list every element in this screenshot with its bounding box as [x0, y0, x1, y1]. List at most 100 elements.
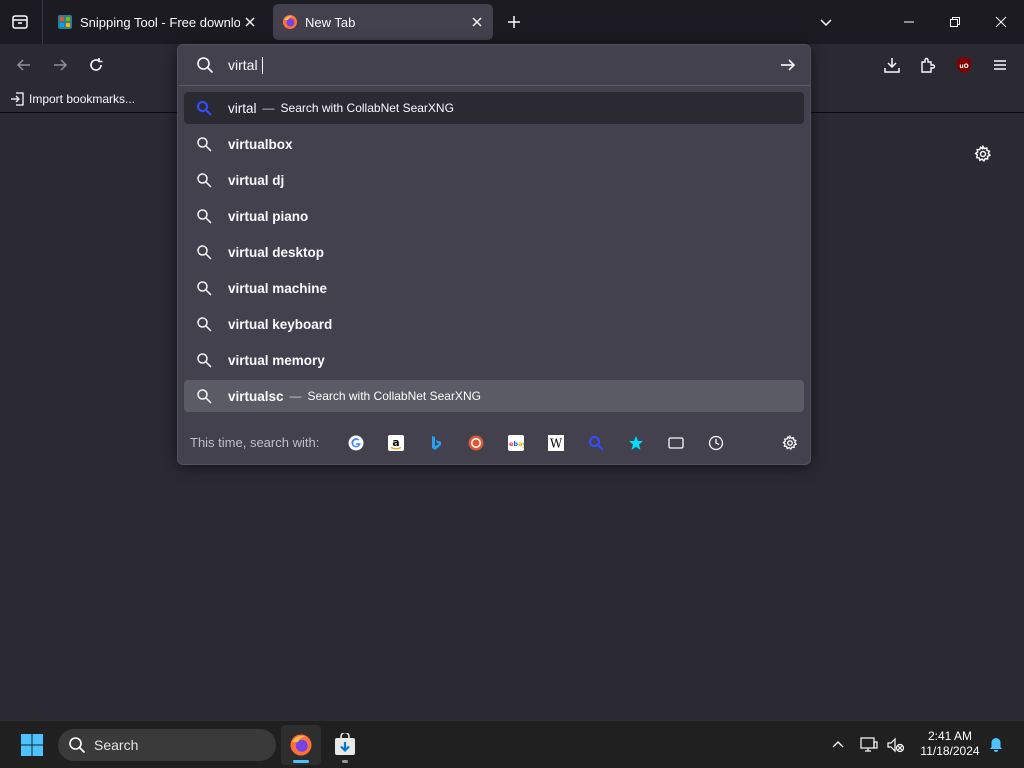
tab-new-tab[interactable]: New Tab	[273, 4, 493, 40]
tab-strip-separator	[42, 0, 43, 44]
back-button[interactable]	[8, 49, 40, 81]
clock-time: 2:41 AM	[927, 729, 973, 743]
result-row[interactable]: virtal — Search with CollabNet SearXNG	[184, 92, 804, 124]
search-icon	[197, 281, 212, 296]
taskbar-search-box[interactable]: Search	[58, 729, 276, 761]
urlbar-popup: virtal virtal — Search with CollabNet Se…	[177, 44, 811, 465]
urlbar-input[interactable]: virtal	[228, 55, 263, 75]
amazon-icon: a	[388, 435, 404, 451]
minimize-icon	[904, 21, 914, 23]
reload-button[interactable]	[80, 49, 112, 81]
volume-muted-icon	[887, 737, 905, 753]
search-settings-button[interactable]	[780, 433, 800, 453]
volume-button[interactable]	[884, 733, 908, 757]
urlbar-input-value: virtal	[228, 57, 258, 73]
firefox-view-button[interactable]	[4, 6, 36, 38]
downloads-button[interactable]	[876, 49, 908, 81]
svg-text:uO: uO	[959, 63, 968, 70]
result-text: virtual memory	[228, 352, 325, 368]
plus-icon	[508, 16, 520, 28]
network-button[interactable]	[857, 733, 881, 757]
tab-icon	[668, 437, 684, 449]
list-all-tabs-button[interactable]	[810, 6, 842, 38]
hamburger-icon	[994, 60, 1006, 70]
tab-close-button[interactable]	[467, 12, 487, 32]
result-row[interactable]: virtual piano	[184, 200, 804, 232]
result-row[interactable]: virtual memory	[184, 344, 804, 376]
notifications-button[interactable]	[984, 733, 1008, 757]
restore-button[interactable]	[932, 0, 978, 44]
history-search-button[interactable]	[706, 433, 726, 453]
minimize-button[interactable]	[886, 0, 932, 44]
taskbar-search-placeholder: Search	[94, 737, 139, 753]
arrow-left-icon	[16, 59, 30, 71]
result-row[interactable]: virtual keyboard	[184, 308, 804, 340]
svg-text:a: a	[392, 436, 399, 449]
start-button[interactable]	[14, 729, 50, 761]
one-off-search-bar: This time, search with: a eba W	[178, 423, 810, 463]
close-icon	[995, 16, 1007, 28]
engine-wikipedia-button[interactable]: W	[546, 433, 566, 453]
new-tab-button[interactable]	[498, 6, 530, 38]
window-close-button[interactable]	[978, 0, 1024, 44]
close-icon	[472, 17, 482, 27]
result-row-selected[interactable]: virtualsc — Search with CollabNet SearXN…	[184, 380, 804, 412]
import-bookmarks-button[interactable]: Import bookmarks...	[10, 90, 135, 108]
reload-icon	[90, 58, 103, 71]
result-text: virtual keyboard	[228, 316, 333, 332]
extensions-button[interactable]	[912, 49, 944, 81]
tabs-search-button[interactable]	[666, 433, 686, 453]
firefox-icon	[290, 734, 312, 756]
result-action: Search with CollabNet SearXNG	[280, 101, 454, 115]
go-button[interactable]	[778, 55, 798, 75]
show-hidden-icons-button[interactable]	[826, 733, 850, 757]
result-text: virtal	[228, 100, 257, 116]
app-menu-button[interactable]	[984, 49, 1016, 81]
engine-duckduckgo-button[interactable]	[466, 433, 486, 453]
taskbar-clock[interactable]: 2:41 AM 11/18/2024	[912, 729, 988, 759]
chevron-down-icon	[820, 19, 832, 27]
ublock-origin-button[interactable]: uO	[948, 49, 980, 81]
text-caret	[261, 56, 263, 74]
ebay-icon: ebay	[508, 435, 524, 451]
search-icon	[197, 57, 214, 74]
forward-button[interactable]	[44, 49, 76, 81]
result-text: virtual desktop	[228, 244, 325, 260]
tab-title: Snipping Tool - Free download	[80, 14, 240, 30]
svg-text:ebay: ebay	[509, 440, 524, 448]
search-icon	[197, 209, 212, 224]
arrow-right-icon	[54, 59, 68, 71]
result-row[interactable]: virtual dj	[184, 164, 804, 196]
result-row[interactable]: virtualbox	[184, 128, 804, 160]
arrow-right-icon	[781, 59, 796, 71]
urlbar-input-row: virtal	[178, 45, 810, 86]
clock-date: 11/18/2024	[920, 744, 980, 758]
one-off-label: This time, search with:	[190, 435, 320, 450]
engine-searxng-button[interactable]	[586, 433, 606, 453]
ublock-icon: uO	[957, 57, 971, 73]
running-indicator	[342, 760, 348, 763]
network-icon	[860, 737, 878, 752]
result-text: virtual dj	[228, 172, 285, 188]
close-icon	[245, 17, 255, 27]
taskbar-microsoft-store[interactable]	[325, 725, 365, 765]
bing-icon	[432, 436, 441, 450]
result-row[interactable]: virtual machine	[184, 272, 804, 304]
restore-icon	[950, 17, 960, 27]
engine-google-button[interactable]	[346, 433, 366, 453]
import-bookmarks-label: Import bookmarks...	[29, 92, 136, 106]
bell-icon	[990, 738, 1002, 752]
bookmarks-search-button[interactable]	[626, 433, 646, 453]
new-tab-settings-button[interactable]	[972, 143, 994, 165]
tab-strip: Snipping Tool - Free download New Tab	[0, 0, 1024, 44]
result-row[interactable]: virtual desktop	[184, 236, 804, 268]
engine-amazon-button[interactable]: a	[386, 433, 406, 453]
taskbar-firefox[interactable]	[281, 725, 321, 765]
tab-snipping-tool[interactable]: Snipping Tool - Free download	[48, 4, 266, 40]
tab-close-button[interactable]	[240, 12, 260, 32]
engine-ebay-button[interactable]: ebay	[506, 433, 526, 453]
puzzle-icon	[921, 57, 936, 73]
import-icon	[11, 92, 24, 106]
search-icon	[197, 245, 212, 260]
engine-bing-button[interactable]	[426, 433, 446, 453]
